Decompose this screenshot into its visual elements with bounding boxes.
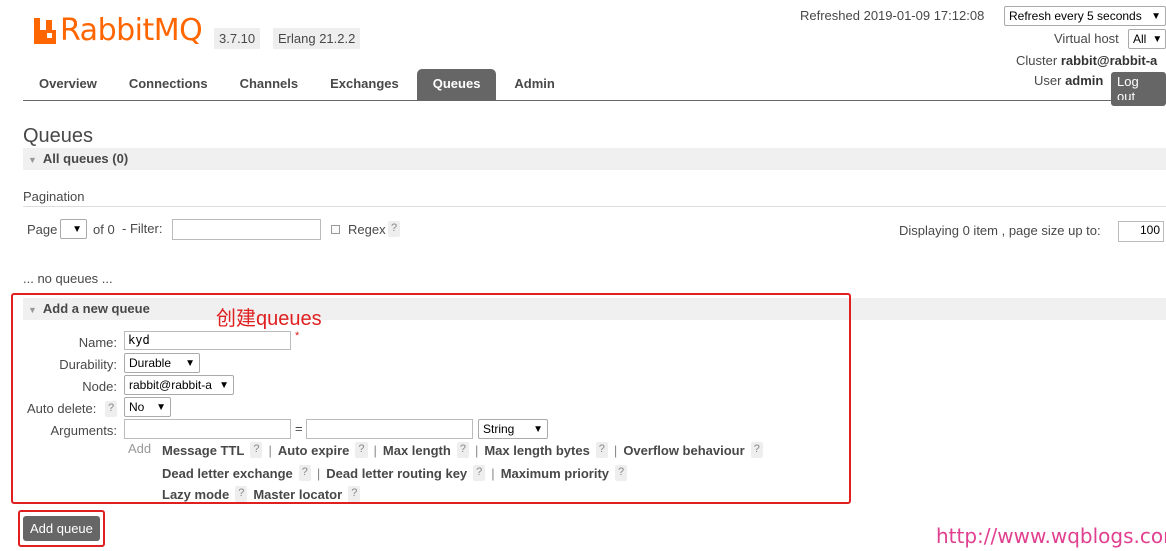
chevron-down-icon: ▼ <box>72 223 82 235</box>
virtual-host-value: All <box>1133 32 1147 46</box>
add-queue-button[interactable]: Add queue <box>23 516 100 541</box>
all-queues-heading: All queues (0) <box>42 151 129 166</box>
main-nav-tabs: Overview Connections Channels Exchanges … <box>23 69 1166 101</box>
cluster-info: Cluster rabbit@rabbit-a <box>1016 53 1157 68</box>
tab-exchanges[interactable]: Exchanges <box>314 69 415 101</box>
tab-channels[interactable]: Channels <box>224 69 315 101</box>
cluster-name: rabbit@rabbit-a <box>1060 53 1158 68</box>
filter-input[interactable] <box>172 219 321 240</box>
refresh-interval-value: Refresh every 5 seconds <box>1009 9 1142 23</box>
filter-label: - Filter: <box>122 221 163 236</box>
regex-help-icon[interactable]: ? <box>388 221 401 237</box>
watermark: http://www.wqblogs.com <box>936 524 1166 548</box>
version-badge: 3.7.10 <box>214 28 261 49</box>
rabbitmq-logo-icon <box>32 18 58 44</box>
page-title: Queues <box>23 125 94 147</box>
tab-queues[interactable]: Queues <box>416 69 497 101</box>
triangle-down-icon: ▼ <box>28 155 37 165</box>
tab-connections[interactable]: Connections <box>113 69 224 101</box>
refresh-interval-select[interactable]: Refresh every 5 seconds ▼ <box>1004 6 1166 26</box>
page-size-input[interactable]: 100 <box>1118 221 1164 242</box>
tab-overview[interactable]: Overview <box>23 69 113 101</box>
rabbitmq-logo[interactable]: RabbitMQ <box>32 13 203 48</box>
regex-label: Regex <box>348 222 386 237</box>
erlang-version-badge: Erlang 21.2.2 <box>273 28 361 49</box>
pagination-label: Pagination <box>23 189 85 204</box>
chevron-down-icon: ▼ <box>1152 33 1163 45</box>
cluster-label: Cluster <box>1016 53 1058 68</box>
all-queues-section-toggle[interactable]: ▼ All queues (0) <box>23 148 1166 170</box>
virtual-host-label: Virtual host <box>1054 31 1119 46</box>
chevron-down-icon: ▼ <box>1151 10 1161 22</box>
refreshed-timestamp: Refreshed 2019-01-09 17:12:08 <box>800 8 985 23</box>
annotation-highlight-form <box>11 293 851 504</box>
no-queues-message: ... no queues ... <box>23 271 113 286</box>
page-count: of 0 <box>93 222 115 237</box>
tab-admin[interactable]: Admin <box>498 69 570 101</box>
logo-text: RabbitMQ <box>60 13 203 48</box>
page-select[interactable]: ▼ <box>60 219 87 239</box>
displaying-info: Displaying 0 item , page size up to: <box>899 223 1101 238</box>
regex-checkbox[interactable] <box>331 225 340 234</box>
virtual-host-select[interactable]: All ▼ <box>1128 29 1166 49</box>
pagination-divider <box>23 206 1166 207</box>
page-label: Page <box>27 222 58 237</box>
